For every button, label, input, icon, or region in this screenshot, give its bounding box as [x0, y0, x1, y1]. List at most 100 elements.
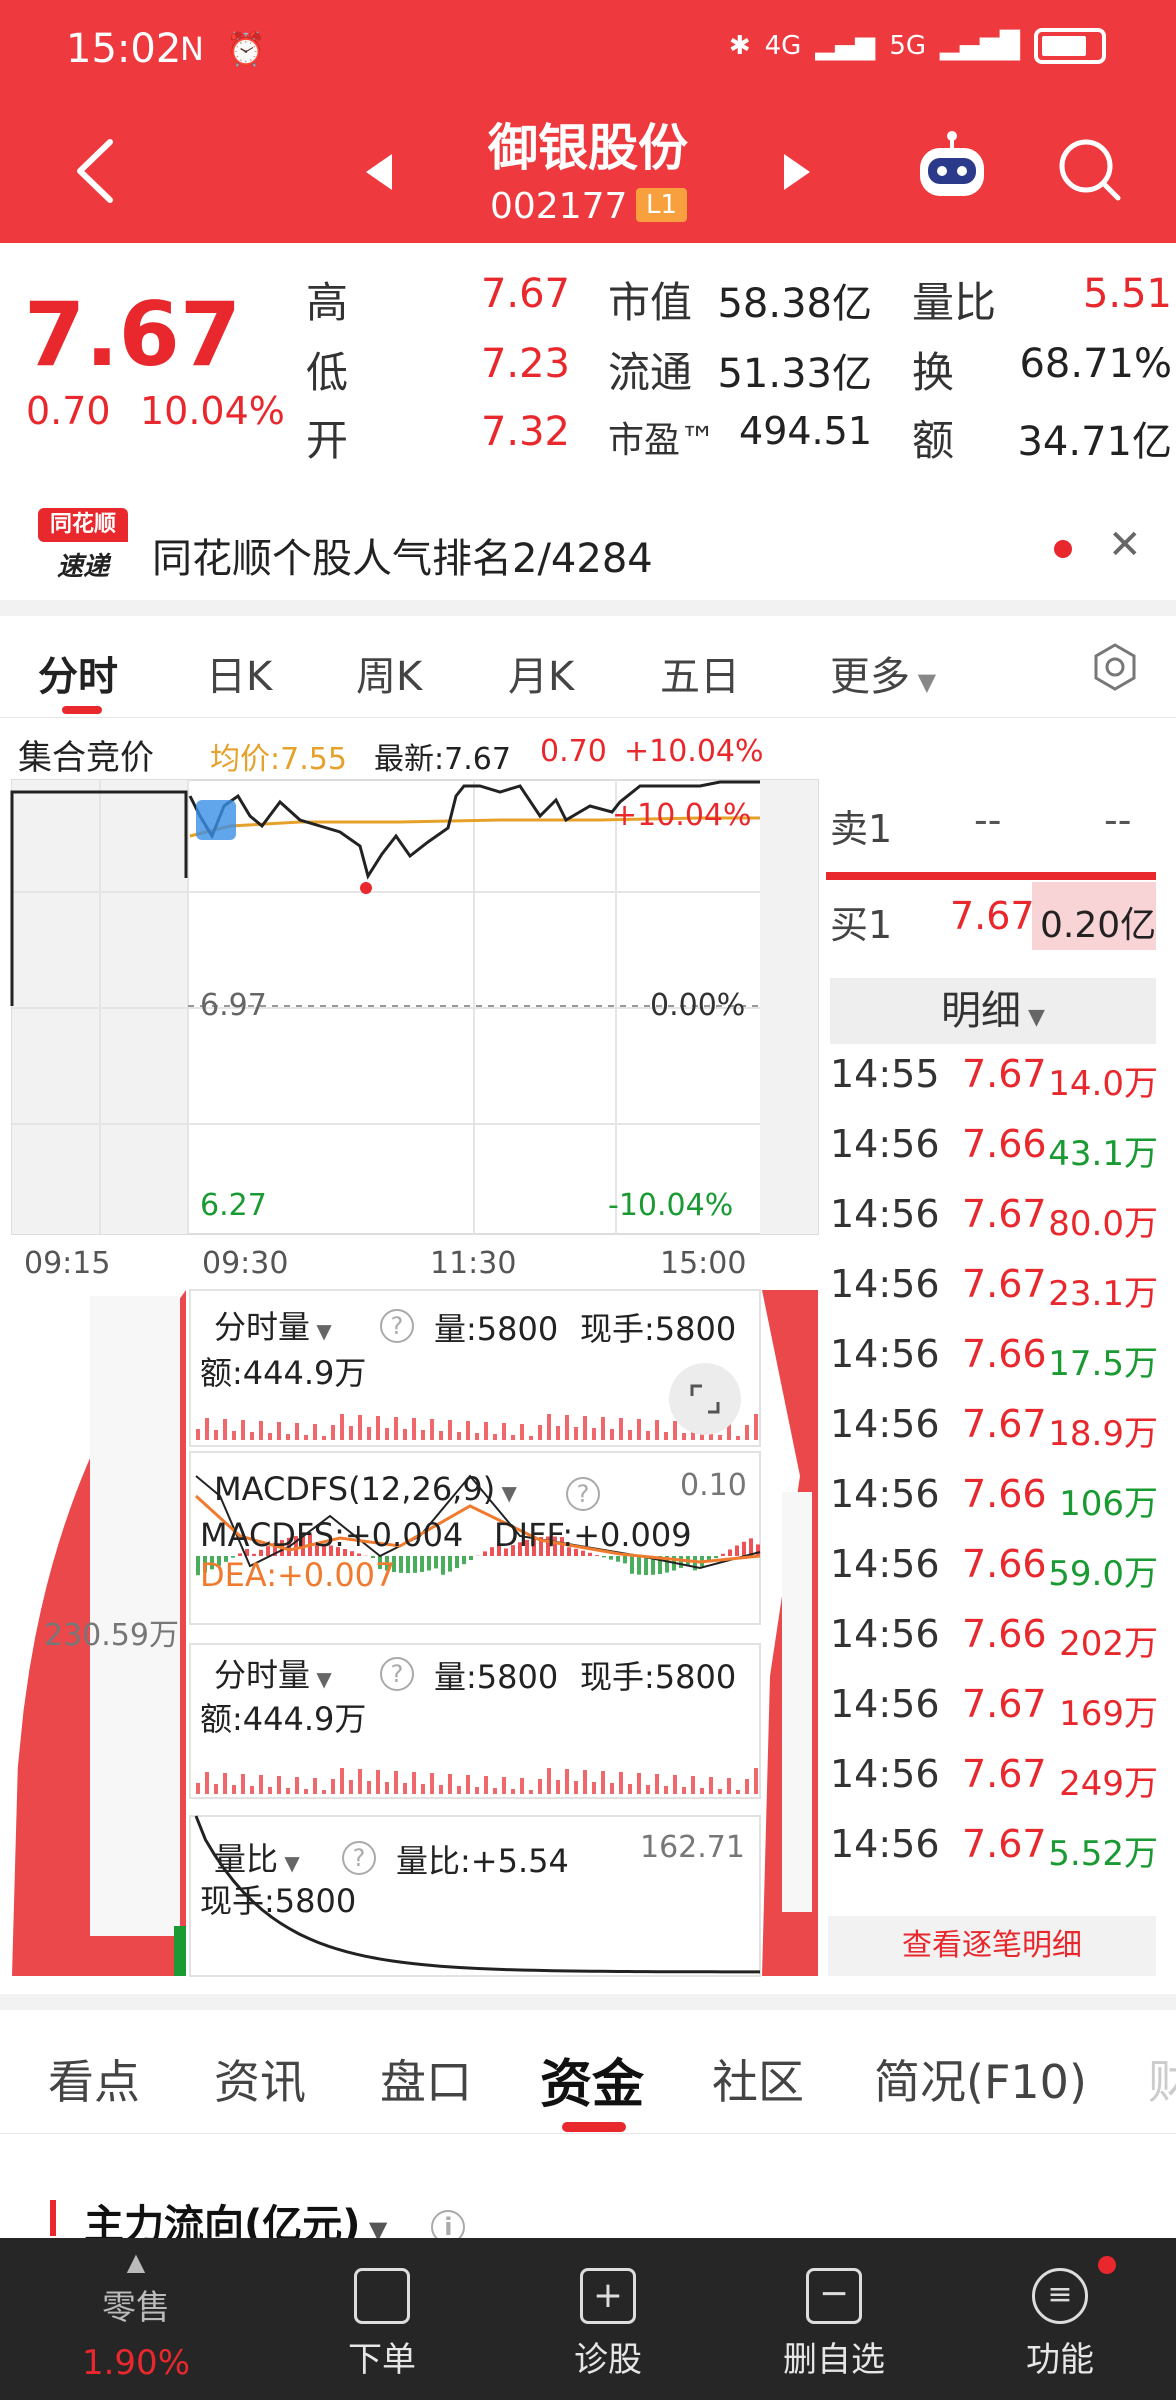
- tab-finance[interactable]: 财: [1148, 2046, 1176, 2112]
- bluetooth-icon: ✱: [728, 31, 751, 61]
- volume-bar: [331, 1779, 335, 1794]
- tab-daily-k[interactable]: 日K: [206, 644, 272, 702]
- tab-more[interactable]: 更多 ▼: [830, 644, 936, 702]
- order-icon: [354, 2268, 410, 2324]
- volume-bar: [286, 1788, 290, 1794]
- tab-community[interactable]: 社区: [712, 2046, 804, 2112]
- nav-order[interactable]: 下单: [292, 2238, 472, 2400]
- view-tick-detail-button[interactable]: 查看逐笔明细: [828, 1916, 1156, 1976]
- tab-weekly-k[interactable]: 周K: [356, 644, 422, 702]
- low-point-marker: [360, 882, 372, 894]
- nav-function[interactable]: ≡ 功能: [970, 2238, 1150, 2400]
- tab-order-book[interactable]: 盘口: [380, 2046, 472, 2112]
- open-label: 开: [306, 416, 349, 465]
- tab-news[interactable]: 资讯: [214, 2046, 306, 2112]
- help-icon[interactable]: ?: [380, 1304, 414, 1343]
- macd-bar: [483, 1551, 487, 1556]
- volume-bar: [484, 1422, 488, 1440]
- macd-bar: [441, 1556, 445, 1575]
- avg-price: 均价:7.55: [210, 742, 347, 777]
- volume-bar: [493, 1788, 497, 1794]
- tab-monthly-k[interactable]: 月K: [508, 644, 574, 702]
- news-text[interactable]: 同花顺个股人气排名2/4284: [152, 526, 653, 584]
- trade-time: 14:55: [830, 1052, 940, 1096]
- help-icon[interactable]: ?: [380, 1652, 414, 1691]
- help-icon[interactable]: ?: [566, 1472, 600, 1511]
- panel1-title[interactable]: 分时量 ▼: [214, 1302, 332, 1348]
- dropdown-icon: ▼: [910, 668, 937, 696]
- tab-intraday[interactable]: 分时: [38, 644, 118, 702]
- volume-bar: [745, 1425, 749, 1440]
- volume-bar: [412, 1418, 416, 1440]
- buy1-row: 买1 7.67 0.20亿: [830, 894, 1157, 947]
- help-icon[interactable]: ?: [342, 1836, 376, 1875]
- trade-row: 14:56 7.67 18.9万: [826, 1402, 1166, 1462]
- tab-five-day[interactable]: 五日: [660, 644, 740, 702]
- volume-bar: [232, 1431, 236, 1440]
- book-divider: [826, 872, 1156, 880]
- search-icon[interactable]: [1056, 136, 1126, 206]
- macd-bar: [728, 1549, 732, 1556]
- settings-icon[interactable]: [1090, 642, 1140, 692]
- volume-bar: [736, 1436, 740, 1440]
- volume-bar: [736, 1790, 740, 1794]
- macd-bar: [455, 1556, 459, 1569]
- volume-bar: [655, 1774, 659, 1794]
- expand-up-icon: ▲: [126, 2248, 146, 2276]
- volume-bar: [241, 1774, 245, 1794]
- volume-bar: [295, 1423, 299, 1440]
- volume-bar: [529, 1790, 533, 1794]
- panel3-title[interactable]: 分时量 ▼: [214, 1650, 332, 1696]
- volume-bar: [358, 1415, 362, 1440]
- volume-bar: [349, 1426, 353, 1440]
- tab-capital[interactable]: 资金: [540, 2042, 644, 2117]
- volume-bar: [556, 1426, 560, 1440]
- volume-bar: [430, 1773, 434, 1794]
- trade-volume: 80.0万: [1048, 1204, 1158, 1244]
- macd-bar: [742, 1541, 746, 1556]
- macd-bar: [679, 1556, 683, 1568]
- volume-bar: [403, 1783, 407, 1794]
- trade-time: 14:56: [830, 1262, 940, 1306]
- macd-bar: [469, 1556, 473, 1561]
- volume-bar: [331, 1425, 335, 1440]
- detail-dropdown[interactable]: 明细 ▼: [830, 978, 1156, 1044]
- nav-retail[interactable]: ▲ 零售 1.90%: [46, 2238, 226, 2400]
- panel4-title[interactable]: 量比 ▼: [214, 1834, 300, 1880]
- close-icon[interactable]: ✕: [1108, 522, 1142, 568]
- trade-price: 7.66: [962, 1472, 1047, 1516]
- trade-volume: 169万: [1059, 1694, 1158, 1734]
- amount-label: 额: [912, 416, 955, 465]
- expand-icon[interactable]: [668, 1362, 742, 1436]
- volume-bar: [583, 1416, 587, 1440]
- network-5g-icon: 5G: [889, 31, 927, 61]
- tab-highlights[interactable]: 看点: [48, 2046, 140, 2112]
- trade-price: 7.67: [962, 1822, 1047, 1866]
- tab-f10[interactable]: 简况(F10): [874, 2046, 1087, 2112]
- nav-diagnose[interactable]: + 诊股: [518, 2238, 698, 2400]
- volume-bar: [754, 1414, 758, 1440]
- trade-price: 7.66: [962, 1542, 1047, 1586]
- amount-value: 34.71亿: [1017, 419, 1172, 465]
- macd-bar: [637, 1556, 641, 1575]
- volume-bar: [268, 1433, 272, 1440]
- status-notification-icons: N ⏰: [180, 30, 272, 68]
- auction-label: 集合竞价: [18, 738, 154, 778]
- volume-bar: [322, 1790, 326, 1794]
- nav-delete-watchlist[interactable]: − 删自选: [744, 2238, 924, 2400]
- robot-assistant-icon[interactable]: [912, 128, 992, 208]
- news-banner[interactable]: 同花顺 速递 同花顺个股人气排名2/4284 ✕: [0, 500, 1176, 598]
- volume-bar: [421, 1430, 425, 1440]
- volume-bar: [538, 1779, 542, 1794]
- panel2-title[interactable]: MACDFS(12,26,9) ▼: [214, 1470, 517, 1508]
- volume-bar: [628, 1430, 632, 1440]
- volume-bar: [520, 1778, 524, 1794]
- volume-bar: [556, 1780, 560, 1794]
- volume-bar: [601, 1417, 605, 1440]
- volume-bar: [358, 1769, 362, 1794]
- level-badge[interactable]: L1: [636, 188, 688, 222]
- volume-bar: [727, 1778, 731, 1794]
- volume-bar: [583, 1770, 587, 1794]
- next-stock-icon[interactable]: [780, 152, 814, 192]
- volume-bar: [619, 1772, 623, 1794]
